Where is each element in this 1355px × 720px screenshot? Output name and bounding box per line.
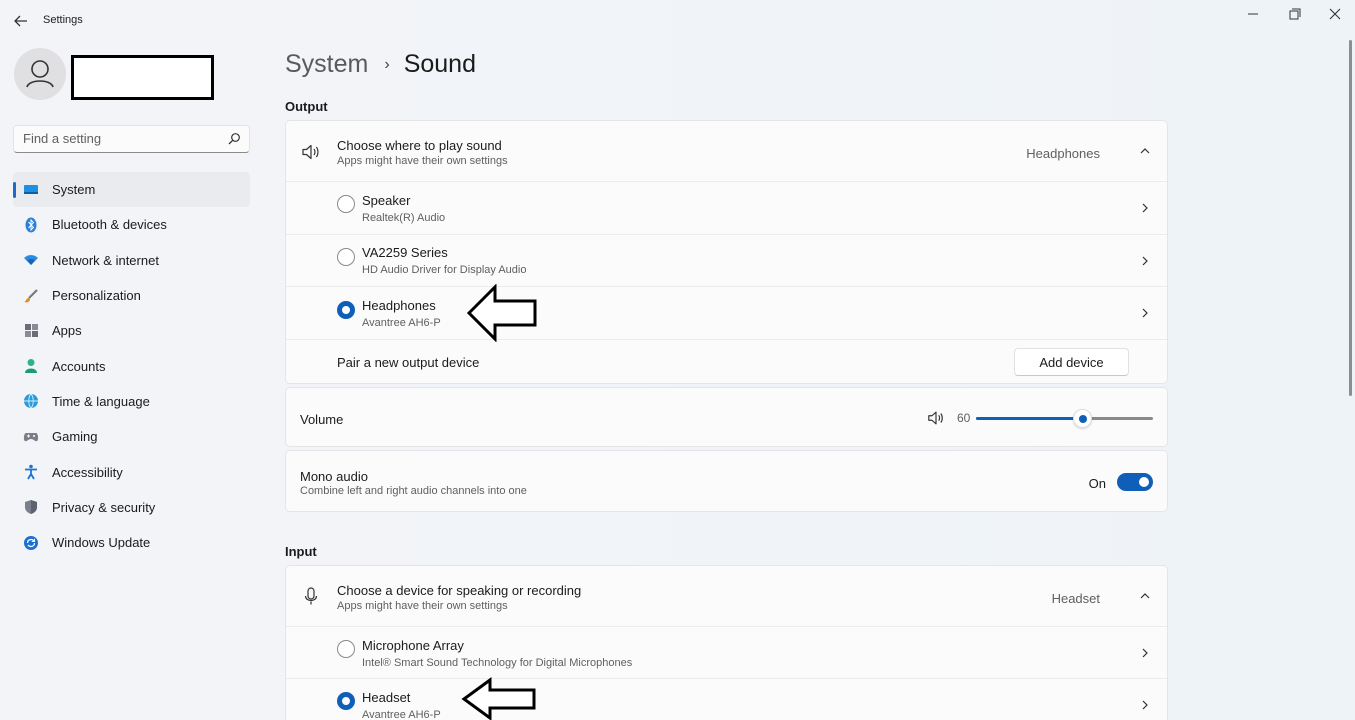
input-device-headset[interactable]: Headset Avantree AH6-P [286, 678, 1167, 720]
input-device-microphone-array[interactable]: Microphone Array Intel® Smart Sound Tech… [286, 626, 1167, 678]
minimize-icon[interactable] [1243, 6, 1263, 22]
sidebar-nav: System Bluetooth & devices Network & int… [13, 172, 250, 560]
output-choose-title: Choose where to play sound [337, 138, 502, 153]
output-selected-value: Headphones [1026, 146, 1100, 161]
device-detail: Realtek(R) Audio [362, 212, 446, 224]
radio-microphone-array[interactable] [337, 640, 355, 658]
output-choose-subtitle: Apps might have their own settings [337, 155, 508, 167]
radio-speaker[interactable] [337, 195, 355, 213]
device-detail: HD Audio Driver for Display Audio [362, 264, 527, 276]
accounts-icon [23, 358, 39, 374]
breadcrumb-separator: › [384, 55, 390, 73]
chevron-right-icon[interactable] [1139, 307, 1151, 319]
volume-card: Volume 60 [285, 387, 1168, 447]
shield-icon [23, 499, 39, 515]
volume-speaker-icon[interactable] [927, 409, 945, 427]
microphone-icon [304, 587, 318, 605]
mono-audio-card: Mono audio Combine left and right audio … [285, 450, 1168, 512]
output-device-va2259[interactable]: VA2259 Series HD Audio Driver for Displa… [286, 234, 1167, 286]
add-device-button[interactable]: Add device [1014, 348, 1129, 376]
input-choose-row[interactable]: Choose a device for speaking or recordin… [286, 566, 1167, 626]
breadcrumb: System › Sound [285, 50, 476, 79]
volume-slider-fill [976, 417, 1076, 420]
radio-va2259[interactable] [337, 248, 355, 266]
volume-label: Volume [300, 412, 344, 427]
chevron-right-icon[interactable] [1139, 202, 1151, 214]
sidebar-item-personalization[interactable]: Personalization [13, 278, 250, 313]
output-device-speaker[interactable]: Speaker Realtek(R) Audio [286, 181, 1167, 234]
sidebar-item-windows-update[interactable]: Windows Update [13, 525, 250, 560]
output-choose-row[interactable]: Choose where to play sound Apps might ha… [286, 121, 1167, 181]
mono-audio-state: On [1088, 476, 1106, 491]
output-device-headphones[interactable]: Headphones Avantree AH6-P [286, 286, 1167, 339]
brush-icon [23, 288, 39, 304]
volume-slider-thumb[interactable] [1073, 409, 1092, 428]
device-name: Headphones [362, 298, 436, 313]
device-detail: Intel® Smart Sound Technology for Digita… [362, 657, 633, 669]
bluetooth-icon [23, 217, 39, 233]
back-arrow-icon[interactable] [12, 12, 30, 30]
mono-audio-title: Mono audio [300, 469, 368, 484]
avatar[interactable] [14, 48, 66, 100]
scrollbar[interactable] [1349, 40, 1352, 396]
sidebar-item-system[interactable]: System [13, 172, 250, 208]
device-detail: Avantree AH6-P [362, 317, 441, 329]
speaker-icon [302, 144, 319, 160]
sidebar-item-network[interactable]: Network & internet [13, 243, 250, 278]
search-box[interactable] [13, 125, 250, 153]
input-choose-subtitle: Apps might have their own settings [337, 600, 508, 612]
sidebar-item-gaming[interactable]: Gaming [13, 419, 250, 454]
volume-value: 60 [957, 411, 971, 425]
search-input[interactable] [23, 131, 223, 146]
sidebar-item-apps[interactable]: Apps [13, 313, 250, 348]
globe-icon [23, 393, 39, 409]
mono-audio-toggle[interactable] [1117, 473, 1153, 491]
wifi-icon [23, 252, 39, 268]
system-icon [23, 182, 39, 198]
annotation-arrow-icon [466, 284, 537, 342]
volume-slider[interactable] [976, 409, 1153, 428]
sidebar-item-time-language[interactable]: Time & language [13, 384, 250, 419]
output-heading: Output [285, 99, 328, 114]
account-name-redacted [71, 55, 214, 100]
accessibility-icon [23, 464, 39, 480]
radio-headset[interactable] [337, 692, 355, 710]
apps-icon [23, 323, 39, 339]
sidebar-item-accounts[interactable]: Accounts [13, 348, 250, 383]
title-bar: Settings [0, 0, 1355, 40]
app-title: Settings [43, 14, 83, 26]
device-name: Microphone Array [362, 638, 464, 653]
input-device-card: Choose a device for speaking or recordin… [285, 565, 1168, 720]
output-device-card: Choose where to play sound Apps might ha… [285, 120, 1168, 384]
breadcrumb-parent[interactable]: System [285, 50, 368, 79]
device-detail: Avantree AH6-P [362, 709, 441, 720]
page-title: Sound [403, 50, 476, 78]
chevron-right-icon[interactable] [1139, 647, 1151, 659]
chevron-right-icon[interactable] [1139, 699, 1151, 711]
search-icon[interactable] [227, 132, 241, 146]
mono-audio-subtitle: Combine left and right audio channels in… [300, 485, 527, 497]
annotation-arrow-icon [461, 677, 536, 720]
input-selected-value: Headset [1051, 591, 1100, 606]
input-choose-title: Choose a device for speaking or recordin… [337, 583, 582, 598]
sidebar-item-accessibility[interactable]: Accessibility [13, 454, 250, 489]
close-icon[interactable] [1325, 6, 1345, 22]
chevron-up-icon[interactable] [1139, 590, 1151, 602]
user-icon [26, 60, 54, 88]
chevron-up-icon[interactable] [1139, 145, 1151, 157]
device-name: VA2259 Series [362, 245, 448, 260]
device-name: Speaker [362, 193, 411, 208]
update-icon [23, 535, 39, 551]
restore-icon[interactable] [1284, 6, 1304, 22]
sidebar-item-privacy[interactable]: Privacy & security [13, 490, 250, 525]
device-name: Headset [362, 690, 411, 705]
radio-headphones[interactable] [337, 301, 355, 319]
sidebar-item-bluetooth[interactable]: Bluetooth & devices [13, 207, 250, 242]
chevron-right-icon[interactable] [1139, 255, 1151, 267]
pair-output-label: Pair a new output device [337, 355, 480, 370]
input-heading: Input [285, 544, 317, 559]
pair-output-row: Pair a new output device Add device [286, 339, 1167, 384]
gamepad-icon [23, 429, 39, 445]
